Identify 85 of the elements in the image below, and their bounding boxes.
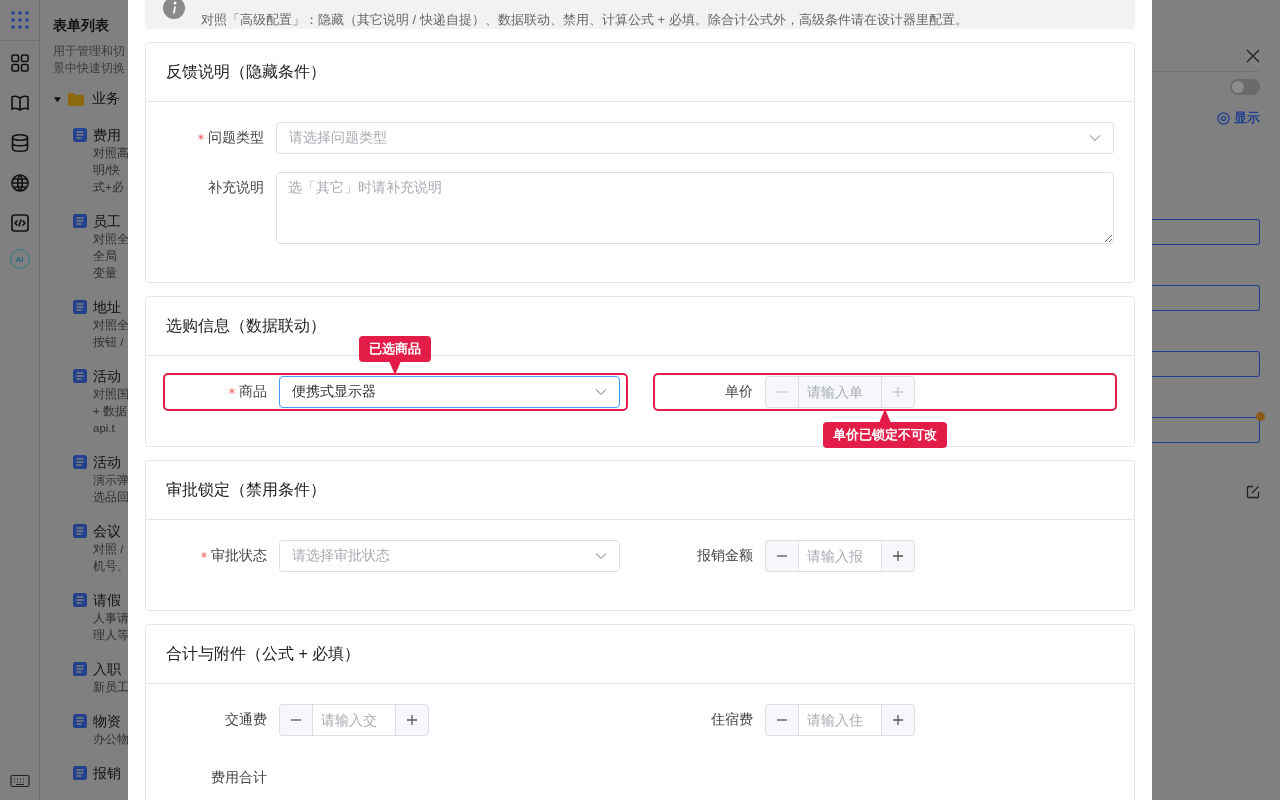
- field-label: 问题类型: [208, 129, 264, 147]
- apps-icon[interactable]: [9, 10, 30, 30]
- form-title[interactable]: 费用: [93, 125, 128, 145]
- textarea-field[interactable]: 选「其它」时请补充说明: [276, 172, 1114, 244]
- document-icon: [73, 128, 87, 142]
- form-title[interactable]: 地址: [93, 297, 128, 317]
- increment-button[interactable]: [396, 704, 429, 736]
- show-link[interactable]: 显示: [1217, 109, 1260, 127]
- select-field[interactable]: 便携式显示器: [279, 376, 620, 408]
- form-title[interactable]: 请假: [93, 590, 128, 610]
- outline-button[interactable]: [1152, 285, 1260, 311]
- plus-icon: [891, 714, 904, 726]
- plus-icon: [406, 714, 418, 726]
- field-label: 报销金额: [696, 547, 753, 565]
- select-field[interactable]: 请选择问题类型: [276, 122, 1114, 154]
- sidebar-title: 表单列表: [53, 16, 110, 34]
- form-title[interactable]: 报销: [93, 763, 121, 783]
- number-input[interactable]: 请输入住: [797, 704, 882, 736]
- field-label: 单价: [724, 383, 753, 401]
- required-icon: [229, 388, 235, 394]
- document-icon: [73, 714, 87, 728]
- close-icon[interactable]: [1246, 49, 1260, 63]
- field-label: 审批状态: [211, 547, 267, 565]
- keyboard-icon[interactable]: [9, 774, 30, 788]
- section-title: 反馈说明（隐藏条件）: [146, 43, 1134, 102]
- chevron-icon: [595, 552, 607, 560]
- select-field[interactable]: 请选择审批状态: [279, 540, 620, 572]
- badge-dot: [1256, 412, 1265, 421]
- document-icon: [73, 524, 87, 538]
- field-label: 费用合计: [211, 769, 267, 787]
- form-description: 对照高 明/快 式+必: [93, 146, 128, 195]
- required-icon: [198, 134, 204, 140]
- form-description: 对照全 全局 变量: [93, 232, 128, 281]
- outline-button[interactable]: [1152, 417, 1260, 443]
- plus-icon: [891, 386, 904, 398]
- field-label: 交通费: [225, 711, 267, 729]
- database-icon[interactable]: [9, 133, 30, 153]
- form-description: 演示弹 选品回: [93, 473, 128, 505]
- caret-icon[interactable]: [53, 94, 62, 104]
- form-title[interactable]: 活动: [93, 366, 128, 386]
- eye-icon: [1217, 111, 1230, 125]
- grid-icon[interactable]: [9, 53, 30, 73]
- outline-button[interactable]: [1152, 219, 1260, 245]
- number-input[interactable]: 请输入交: [312, 704, 396, 736]
- document-icon: [73, 369, 87, 383]
- book-icon[interactable]: [9, 93, 30, 113]
- form-description: 人事请 理人等: [93, 611, 128, 643]
- form-description: 对照 / 机号、: [93, 542, 128, 574]
- field-label: 住宿费: [710, 711, 753, 729]
- document-icon: [73, 300, 87, 314]
- document-icon: [73, 662, 87, 676]
- number-input[interactable]: 请输入报: [797, 540, 882, 572]
- sidebar-description: 用于管理和切 景中快速切换: [53, 43, 126, 77]
- required-icon: [201, 552, 207, 558]
- section-title: 审批锁定（禁用条件）: [146, 461, 1134, 520]
- form-title[interactable]: 员工: [93, 211, 128, 231]
- folder-icon: [68, 92, 84, 106]
- notice-text: 对照「高级配置」：隐藏（其它说明 / 快递自提）、数据联动、禁用、计算公式 + 必填。除合计公式外，高级条件请在设计器里配置。: [201, 11, 968, 29]
- chevron-icon: [1089, 134, 1101, 142]
- form-description: 对照全 按钮 /: [93, 318, 128, 350]
- chevron-icon: [595, 388, 607, 396]
- increment-button[interactable]: [881, 540, 915, 572]
- section-title: 合计与附件（公式 + 必填）: [146, 625, 1134, 684]
- document-icon: [73, 593, 87, 607]
- form-title[interactable]: 会议: [93, 521, 128, 541]
- globe-icon[interactable]: [9, 173, 30, 193]
- form-description: 新员工: [93, 680, 128, 695]
- field-label: 补充说明: [208, 179, 264, 197]
- document-icon: [73, 455, 87, 469]
- document-icon: [73, 214, 87, 228]
- field-label: 商品: [239, 383, 267, 401]
- form-title[interactable]: 物资: [93, 711, 128, 731]
- plus-icon: [891, 550, 904, 562]
- form-title[interactable]: 活动: [93, 452, 128, 472]
- toggle-switch[interactable]: [1230, 79, 1260, 95]
- form-description: 办公物: [93, 732, 128, 747]
- edit-icon[interactable]: [1246, 485, 1260, 499]
- document-icon: [73, 766, 87, 780]
- code-icon[interactable]: [9, 213, 30, 233]
- increment-button[interactable]: [881, 704, 915, 736]
- outline-button[interactable]: [1152, 351, 1260, 377]
- folder-label[interactable]: 业务: [92, 90, 120, 108]
- info-icon: [163, 0, 185, 19]
- form-title[interactable]: 入职: [93, 659, 128, 679]
- form-description: 对照国 + 数据 api.t: [93, 387, 128, 436]
